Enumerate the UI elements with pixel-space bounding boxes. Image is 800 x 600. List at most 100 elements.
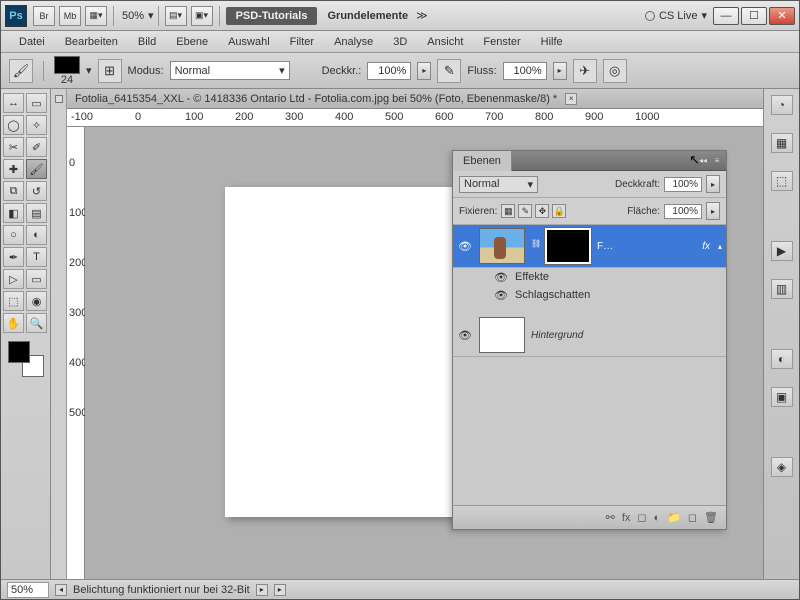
hand-tool[interactable]: ✋: [3, 313, 24, 333]
minimize-button[interactable]: —: [713, 7, 739, 25]
actions-panel-icon[interactable]: ▣: [771, 387, 793, 407]
opacity-flyout[interactable]: ▸: [417, 62, 431, 80]
layer-opacity-flyout[interactable]: ▸: [706, 175, 720, 193]
status-zoom-input[interactable]: 50%: [7, 582, 49, 598]
blend-mode-select[interactable]: Normal ▾: [170, 61, 290, 80]
menu-fenster[interactable]: Fenster: [473, 33, 530, 51]
visibility-toggle[interactable]: 👁: [457, 328, 473, 342]
menu-filter[interactable]: Filter: [280, 33, 324, 51]
mask-thumbnail[interactable]: [545, 228, 591, 264]
menu-ebene[interactable]: Ebene: [166, 33, 218, 51]
menu-hilfe[interactable]: Hilfe: [531, 33, 573, 51]
effect-dropshadow[interactable]: 👁 Schlagschatten: [453, 286, 726, 304]
layer-name[interactable]: F…: [597, 241, 696, 252]
zoom-display[interactable]: 50%: [118, 10, 148, 22]
brush-panel-button[interactable]: ⊞: [98, 59, 122, 83]
menu-bild[interactable]: Bild: [128, 33, 166, 51]
lock-all-icon[interactable]: 🔒: [552, 204, 566, 218]
type-tool[interactable]: T: [26, 247, 47, 267]
collapse-panel-icon[interactable]: ◂◂: [697, 155, 709, 167]
menu-datei[interactable]: Datei: [9, 33, 55, 51]
move-tool[interactable]: ↔: [3, 93, 24, 113]
brush-tool[interactable]: 🖌: [26, 159, 47, 179]
view-extras-button[interactable]: ▦▾: [85, 6, 107, 26]
stamp-tool[interactable]: ⧉: [3, 181, 24, 201]
fill-flyout[interactable]: ▸: [706, 202, 720, 220]
3d-camera-tool[interactable]: ◉: [26, 291, 47, 311]
adjustment-button[interactable]: ◐: [654, 512, 661, 524]
crop-tool[interactable]: ✂: [3, 137, 24, 157]
layer-thumbnail[interactable]: [479, 317, 525, 353]
menu-analyse[interactable]: Analyse: [324, 33, 383, 51]
lock-position-icon[interactable]: ✥: [535, 204, 549, 218]
close-button[interactable]: ✕: [769, 7, 795, 25]
workspace-grundelemente[interactable]: Grundelemente: [319, 10, 416, 22]
zoom-tool[interactable]: 🔍: [26, 313, 47, 333]
delete-layer-button[interactable]: 🗑: [704, 511, 718, 524]
dodge-tool[interactable]: ◐: [26, 225, 47, 245]
fx-badge[interactable]: fx: [702, 241, 710, 252]
flow-flyout[interactable]: ▸: [553, 62, 567, 80]
status-menu-button[interactable]: ▸: [274, 584, 286, 596]
link-layers-button[interactable]: ⚯: [606, 511, 615, 524]
flow-input[interactable]: 100%: [503, 62, 547, 80]
layer-item-background[interactable]: 👁 Hintergrund: [453, 314, 726, 357]
screen-mode-button[interactable]: ▣▾: [191, 6, 213, 26]
path-select-tool[interactable]: ▷: [3, 269, 24, 289]
effects-row[interactable]: 👁 Effekte: [453, 268, 726, 286]
new-layer-button[interactable]: ◻: [688, 511, 697, 524]
zoom-dropdown-icon[interactable]: ▾: [148, 9, 154, 22]
document-tab[interactable]: Fotolia_6415354_XXL - © 1418336 Ontario …: [67, 89, 763, 109]
brush-preview[interactable]: [54, 56, 80, 74]
expand-panel-button[interactable]: [55, 95, 63, 103]
workspace-psd-tutorials[interactable]: PSD-Tutorials: [226, 7, 318, 25]
menu-auswahl[interactable]: Auswahl: [218, 33, 280, 51]
eyedropper-tool[interactable]: ✐: [26, 137, 47, 157]
marquee-tool[interactable]: ▭: [26, 93, 47, 113]
eraser-tool[interactable]: ◧: [3, 203, 24, 223]
3d-tool[interactable]: ⬚: [3, 291, 24, 311]
color-swatches[interactable]: [8, 341, 44, 377]
heal-tool[interactable]: ✚: [3, 159, 24, 179]
airbrush-button[interactable]: ✈: [573, 59, 597, 83]
panel-menu-icon[interactable]: ≡: [711, 155, 723, 167]
blur-tool[interactable]: ○: [3, 225, 24, 245]
pen-tool[interactable]: ✒: [3, 247, 24, 267]
masks-panel-icon[interactable]: ▥: [771, 279, 793, 299]
lock-pixels-icon[interactable]: ✎: [518, 204, 532, 218]
pressure-size-button[interactable]: ◎: [603, 59, 627, 83]
workspace-more-icon[interactable]: ≫: [416, 9, 428, 22]
document-canvas[interactable]: [225, 187, 475, 517]
layers-tab[interactable]: Ebenen: [453, 151, 512, 171]
menu-3d[interactable]: 3D: [383, 33, 417, 51]
mask-button[interactable]: ◻: [637, 511, 646, 524]
brush-dropdown-icon[interactable]: ▾: [86, 64, 92, 77]
pressure-opacity-button[interactable]: ✎: [437, 59, 461, 83]
cs-live-button[interactable]: CS Live ▾: [639, 9, 713, 22]
gradient-tool[interactable]: ▤: [26, 203, 47, 223]
layer-thumbnail[interactable]: [479, 228, 525, 264]
arrange-button[interactable]: ▤▾: [165, 6, 187, 26]
color-panel-icon[interactable]: ◔: [771, 95, 793, 115]
minibridge-button[interactable]: Mb: [59, 6, 81, 26]
status-prev-button[interactable]: ◂: [55, 584, 67, 596]
lock-transparent-icon[interactable]: ▦: [501, 204, 515, 218]
history-brush-tool[interactable]: ↺: [26, 181, 47, 201]
visibility-toggle[interactable]: 👁: [493, 270, 509, 284]
layer-blend-select[interactable]: Normal ▾: [459, 176, 538, 193]
status-next-button[interactable]: ▸: [256, 584, 268, 596]
history-panel-icon[interactable]: ◐: [771, 349, 793, 369]
visibility-toggle[interactable]: 👁: [457, 239, 473, 253]
maximize-button[interactable]: ☐: [741, 7, 767, 25]
fill-input[interactable]: 100%: [664, 204, 702, 219]
close-tab-button[interactable]: ×: [565, 93, 577, 105]
group-button[interactable]: 📁: [667, 511, 681, 524]
wand-tool[interactable]: ✧: [26, 115, 47, 135]
lasso-tool[interactable]: ◯: [3, 115, 24, 135]
tool-preset-icon[interactable]: 🖌: [9, 59, 33, 83]
visibility-toggle[interactable]: 👁: [493, 288, 509, 302]
foreground-color[interactable]: [8, 341, 30, 363]
canvas-viewport[interactable]: ↖ Ebenen ◂◂ ≡ Normal ▾: [85, 127, 763, 579]
layers-panel-header[interactable]: Ebenen ◂◂ ≡: [453, 151, 726, 171]
swatches-panel-icon[interactable]: ▦: [771, 133, 793, 153]
